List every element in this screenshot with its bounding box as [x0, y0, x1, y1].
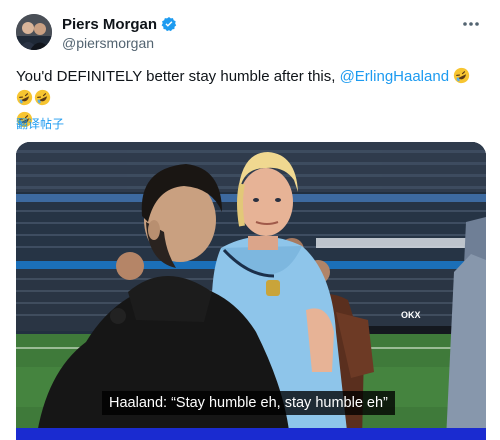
display-name[interactable]: Piers Morgan [62, 16, 157, 33]
video-caption: Haaland: “Stay humble eh, stay humble eh… [102, 391, 395, 415]
tweet-text-body: You'd DEFINITELY better stay humble afte… [16, 68, 340, 85]
verified-badge-icon [161, 16, 177, 32]
author-names: Piers Morgan @piersmorgan [62, 14, 177, 51]
translate-post-link[interactable]: 翻译帖子 [16, 115, 64, 132]
tweet-header: Piers Morgan @piersmorgan [16, 12, 484, 56]
author-handle[interactable]: @piersmorgan [62, 35, 177, 51]
avatar[interactable] [16, 14, 52, 50]
mention-link[interactable]: @ErlingHaaland [340, 68, 449, 85]
rolling-laughing-emoji-icon [453, 67, 470, 84]
pitch-board-text: OKX [401, 310, 421, 320]
rolling-laughing-emoji-icon [16, 89, 33, 106]
more-options-icon[interactable] [460, 16, 482, 32]
tweet-media-image[interactable]: OKX Haaland: “Stay humble eh, stay humbl… [16, 142, 486, 440]
tweet-text: You'd DEFINITELY better stay humble afte… [16, 66, 486, 132]
rolling-laughing-emoji-icon [34, 89, 51, 106]
media-bottom-bar [16, 428, 486, 440]
